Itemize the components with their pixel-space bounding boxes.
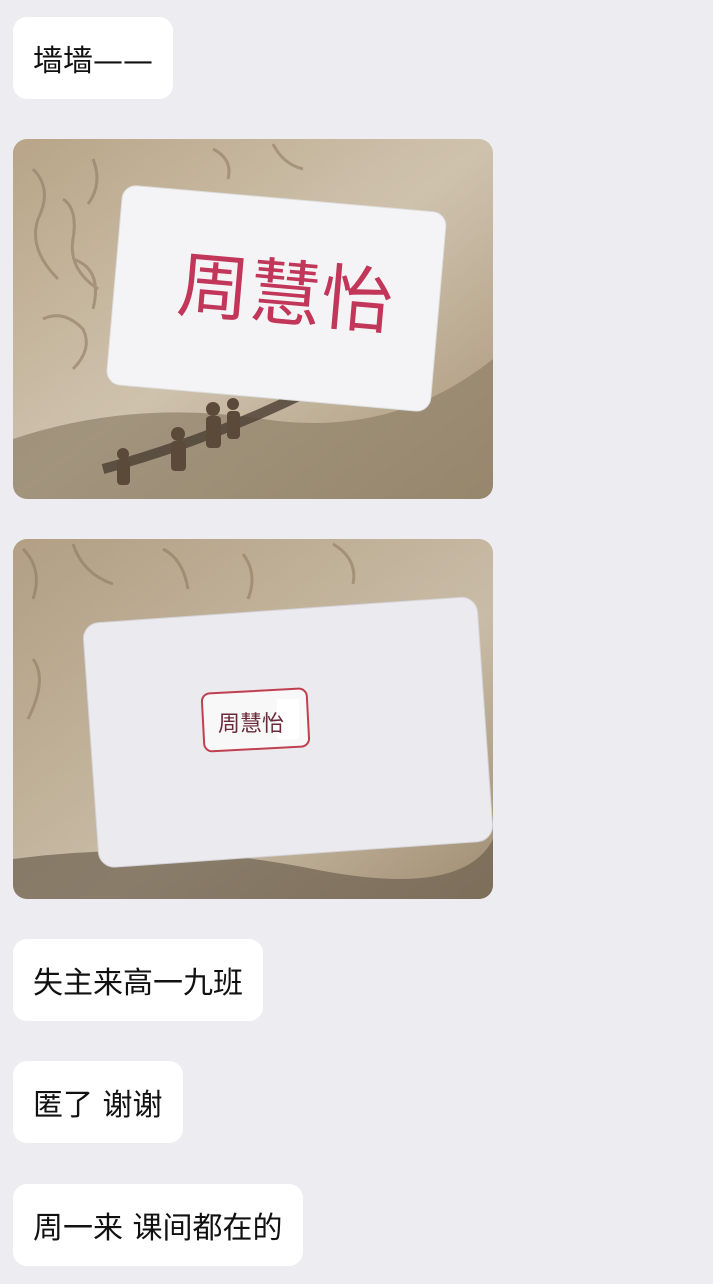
message-bubble[interactable]: 匿了 谢谢 [13,1061,183,1143]
message-bubble[interactable]: 周一来 课间都在的 [13,1184,303,1266]
message-text: 墙墙—— [33,44,153,79]
message-photo[interactable]: 周慧怡 [13,139,493,499]
message-bubble[interactable]: 墙墙—— [13,17,173,99]
message-text: 周一来 课间都在的 [33,1211,283,1246]
message-text: 失主来高一九班 [33,966,243,1001]
card-photo-front: 周慧怡 [13,139,493,499]
card-label-handwriting: 周慧怡 [218,712,284,737]
message-photo[interactable]: 周慧怡 [13,539,493,899]
message-bubble[interactable]: 失主来高一九班 [13,939,263,1021]
message-text: 匿了 谢谢 [33,1088,163,1123]
card-photo-back: 周慧怡 [13,539,493,899]
